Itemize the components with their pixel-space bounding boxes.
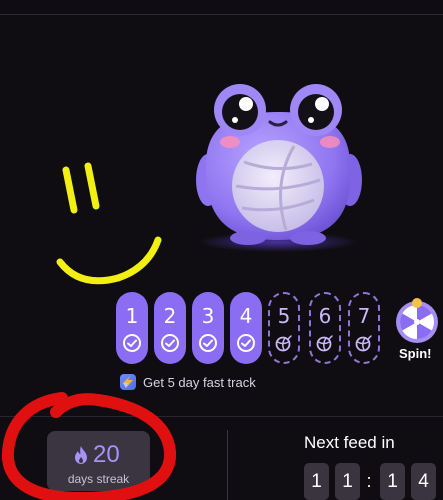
yarn-ball-icon xyxy=(315,333,335,353)
day-number: 1 xyxy=(125,304,139,328)
timer-separator: : xyxy=(366,471,372,491)
streak-label: days streak xyxy=(67,472,130,486)
day-number: 3 xyxy=(201,304,215,328)
streak-count: 20 xyxy=(93,441,120,468)
check-circle-icon xyxy=(236,333,256,353)
check-circle-icon xyxy=(198,333,218,353)
streak-day-5: 5 xyxy=(268,292,300,364)
timer-digit: 1 xyxy=(335,463,360,500)
frog-mascot-image xyxy=(196,84,362,252)
check-circle-icon xyxy=(122,333,142,353)
vertical-divider xyxy=(227,430,228,500)
top-divider xyxy=(0,14,443,15)
yellow-smiley-doodle xyxy=(56,162,162,285)
day-number: 5 xyxy=(277,304,291,328)
streak-day-6: 6 xyxy=(309,292,341,364)
day-number: 6 xyxy=(318,304,332,328)
streak-screen: 1234567 Spin! Get 5 day fast track 20 da… xyxy=(0,0,443,500)
yarn-ball-icon xyxy=(354,333,374,353)
streak-day-4: 4 xyxy=(230,292,262,364)
spin-label[interactable]: Spin! xyxy=(399,346,432,361)
timer-digit: 1 xyxy=(304,463,329,500)
streak-day-2: 2 xyxy=(154,292,186,364)
fast-track-link[interactable]: Get 5 day fast track xyxy=(120,374,256,390)
streak-count-row: 20 xyxy=(73,443,120,467)
fast-track-label: Get 5 day fast track xyxy=(143,374,256,390)
timer-digit: 4 xyxy=(411,463,436,500)
bottom-divider xyxy=(0,416,443,417)
spin-wheel-icon[interactable] xyxy=(394,298,440,344)
streak-card: 20 days streak xyxy=(47,431,150,491)
streak-day-1: 1 xyxy=(116,292,148,364)
streak-day-7: 7 xyxy=(348,292,380,364)
yarn-ball-icon xyxy=(274,333,294,353)
day-number: 2 xyxy=(163,304,177,328)
flame-icon xyxy=(75,446,87,464)
check-circle-icon xyxy=(160,333,180,353)
day-number: 7 xyxy=(357,304,371,328)
next-feed-title: Next feed in xyxy=(304,433,395,452)
day-number: 4 xyxy=(239,304,253,328)
streak-day-3: 3 xyxy=(192,292,224,364)
timer-digit: 1 xyxy=(380,463,405,500)
fast-track-icon xyxy=(120,374,136,390)
